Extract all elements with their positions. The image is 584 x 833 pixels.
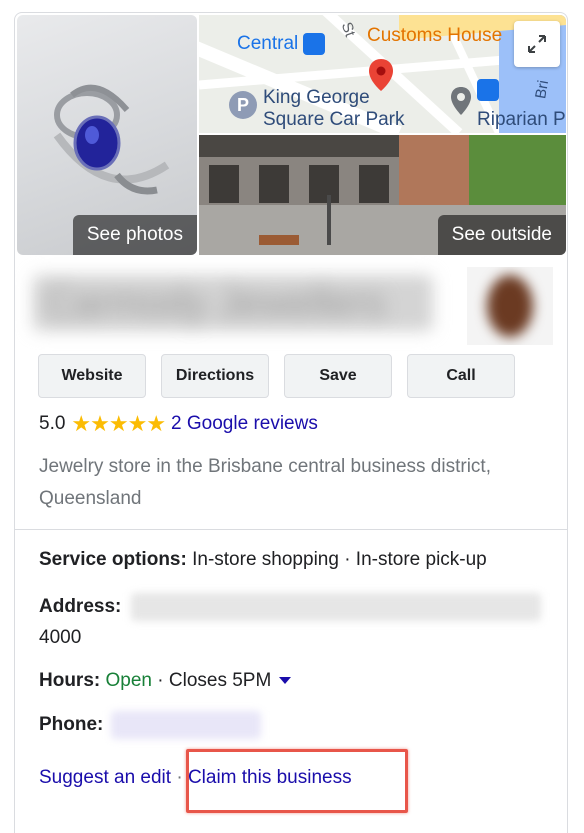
expand-map-button[interactable] [514, 21, 560, 67]
directions-button[interactable]: Directions [161, 354, 269, 398]
service-options-value: In-store shopping · In-store pick-up [192, 549, 487, 570]
caret-down-icon[interactable] [278, 676, 291, 685]
address-redaction [130, 593, 541, 621]
hours-detail: · Closes 5PM [157, 670, 272, 691]
service-options-label: Service options: [39, 549, 187, 570]
map-label-central: Central [237, 33, 299, 54]
suggest-edit-link[interactable]: Suggest an edit [39, 767, 171, 788]
map-label-street-bri: Bri [532, 78, 553, 101]
phone-row: Phone: [39, 711, 261, 739]
transit-icon [303, 33, 325, 55]
photos-tile[interactable]: See photos [17, 15, 197, 255]
expand-icon [528, 35, 546, 53]
service-options-row: Service options: In-store shopping · In-… [39, 547, 487, 573]
street-view-tile[interactable]: See outside [199, 135, 566, 255]
location-pin-icon [369, 59, 393, 91]
hours-status: Open [105, 670, 152, 691]
see-photos-label: See photos [72, 215, 197, 255]
section-divider [15, 529, 567, 530]
map-label-riparian: Riparian P [477, 109, 566, 130]
phone-label: Phone: [39, 714, 104, 736]
thumbnail-photo [487, 275, 533, 337]
business-thumbnail[interactable] [467, 267, 553, 345]
address-line2: 4000 [39, 627, 82, 648]
business-name: Carmody Jewellers [45, 281, 386, 325]
map-tile[interactable]: St Central Customs House P King George S… [199, 15, 566, 133]
map-label-customs-house: Customs House [367, 25, 503, 46]
link-separator: · [176, 767, 183, 788]
save-button[interactable]: Save [284, 354, 392, 398]
address-row: Address: [39, 593, 541, 621]
hours-row[interactable]: Hours: Open · Closes 5PM [39, 668, 291, 694]
hours-label: Hours: [39, 670, 101, 691]
call-button[interactable]: Call [407, 354, 515, 398]
website-button[interactable]: Website [38, 354, 146, 398]
claim-highlight-box [186, 749, 408, 813]
business-description: Jewelry store in the Brisbane central bu… [39, 456, 491, 509]
map-label-square-car-park: Square Car Park [263, 109, 405, 130]
parking-icon: P [229, 91, 257, 119]
map-label-king-george: King George [263, 87, 370, 108]
boat-icon [477, 79, 499, 101]
rating-score: 5.0 [39, 413, 66, 434]
phone-redaction[interactable] [110, 711, 261, 739]
google-reviews-link[interactable]: 2 Google reviews [171, 413, 318, 435]
rating-row: 5.0 ★★★★★ 2 Google reviews [39, 411, 318, 437]
address-label: Address: [39, 596, 122, 618]
place-pin-icon [451, 87, 471, 115]
see-outside-label: See outside [437, 215, 566, 255]
star-rating-icon: ★★★★★ [71, 411, 166, 436]
business-knowledge-panel: See photos St Central Customs House P Ki… [14, 12, 568, 833]
